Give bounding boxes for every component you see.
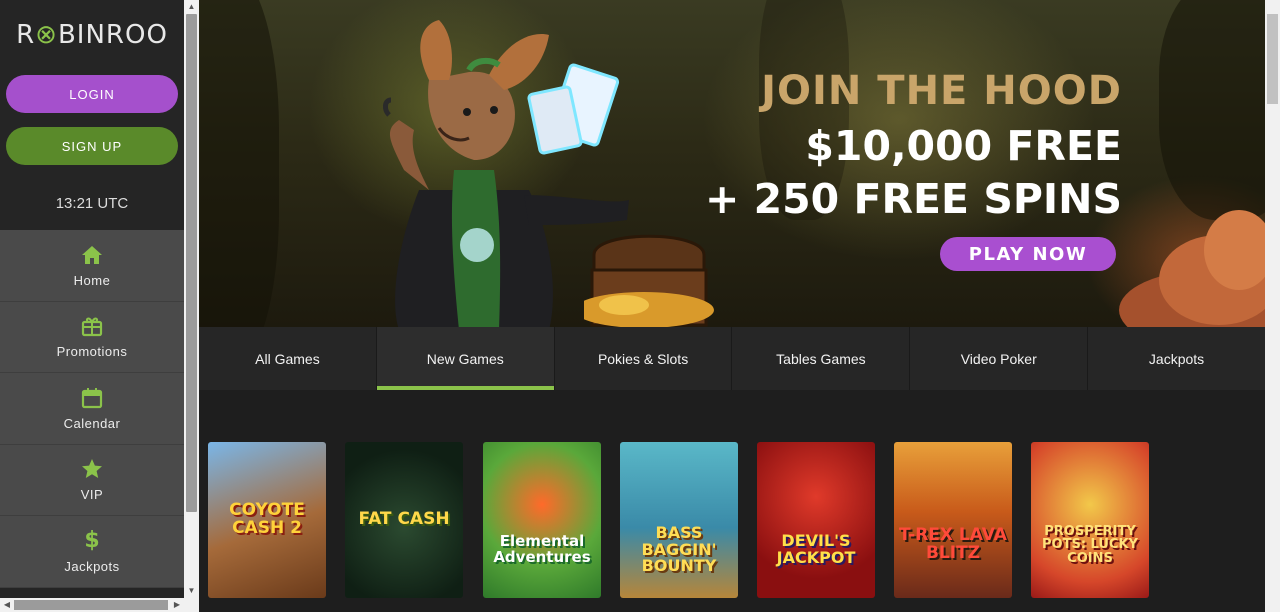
main-scrollbar-thumb[interactable] <box>1267 14 1278 104</box>
dollar-icon: $ <box>84 527 100 553</box>
banner-tree-left <box>199 0 279 327</box>
logo-text-bin: BIN <box>57 20 106 50</box>
tab-pokies-slots[interactable]: Pokies & Slots <box>555 327 733 390</box>
utc-clock: 13:21 UTC <box>55 195 129 212</box>
scroll-up-arrow-icon[interactable]: ▲ <box>184 0 199 14</box>
tab-tables-games[interactable]: Tables Games <box>732 327 911 390</box>
tab-all-games[interactable]: All Games <box>199 327 377 390</box>
sidebar: R ⊗ BIN ROO LOGIN SIGN UP 13:21 UTC Home… <box>0 0 184 598</box>
banner-bonus-amount: $10,000 FREE <box>805 122 1122 170</box>
gift-icon <box>81 314 103 338</box>
home-icon <box>81 243 103 267</box>
sidebar-item-promotions[interactable]: Promotions <box>0 302 184 373</box>
game-grid: COYOTE CASH 2 FAT CASH Elemental Adventu… <box>199 390 1265 612</box>
login-button[interactable]: LOGIN <box>6 75 178 113</box>
sidebar-nav: Home Promotions Calendar VIP $ Jackpots <box>0 230 184 588</box>
scroll-right-arrow-icon[interactable]: ▶ <box>170 598 184 612</box>
game-card-devils-jackpot[interactable]: DEVIL'S JACKPOT <box>757 442 875 598</box>
game-card-title: T-REX LAVA BLITZ <box>899 525 1007 563</box>
sidebar-item-label: VIP <box>80 487 104 503</box>
sidebar-item-home[interactable]: Home <box>0 230 184 302</box>
game-card-fat-cash[interactable]: FAT CASH <box>345 442 463 598</box>
signup-button[interactable]: SIGN UP <box>6 127 178 165</box>
sidebar-item-label: Jackpots <box>64 558 120 574</box>
sidebar-item-label: Promotions <box>56 344 128 360</box>
game-card-title: FAT CASH <box>358 509 450 530</box>
logo-emblem-icon: ⊗ <box>35 20 58 50</box>
game-card-prosperity-pots[interactable]: PROSPERITY POTS: LUCKY COINS <box>1031 442 1149 598</box>
logo-text-r: R <box>16 20 36 50</box>
logo[interactable]: R ⊗ BIN ROO <box>0 0 184 70</box>
tab-jackpots[interactable]: Jackpots <box>1088 327 1265 390</box>
banner-tree-right <box>1159 0 1265 220</box>
scroll-left-arrow-icon[interactable]: ◀ <box>0 598 14 612</box>
treasure-chest-image <box>584 234 714 327</box>
star-icon <box>81 457 103 481</box>
game-card-t-rex-lava-blitz[interactable]: T-REX LAVA BLITZ <box>894 442 1012 598</box>
game-card-bass-baggin-bounty[interactable]: BASS BAGGIN' BOUNTY <box>620 442 738 598</box>
play-now-button[interactable]: PLAY NOW <box>940 237 1116 271</box>
game-card-title: COYOTE CASH 2 <box>229 500 305 538</box>
banner-headline: JOIN THE HOOD <box>761 68 1122 114</box>
game-card-elemental-adventures[interactable]: Elemental Adventures <box>483 442 601 598</box>
sidebar-item-vip[interactable]: VIP <box>0 445 184 516</box>
game-card-title: DEVIL'S JACKPOT <box>776 531 856 567</box>
page: R ⊗ BIN ROO LOGIN SIGN UP 13:21 UTC Home… <box>0 0 1280 612</box>
game-category-tabs: All Games New Games Pokies & Slots Table… <box>199 327 1265 390</box>
sidebar-item-calendar[interactable]: Calendar <box>0 373 184 445</box>
game-card-title: BASS BAGGIN' BOUNTY <box>641 522 717 576</box>
sidebar-item-label: Calendar <box>63 415 121 431</box>
tab-video-poker[interactable]: Video Poker <box>910 327 1089 390</box>
sidebar-scrollbar-thumb[interactable] <box>186 14 197 512</box>
game-card-title: PROSPERITY POTS: LUCKY COINS <box>1042 523 1138 566</box>
banner-free-spins: + 250 FREE SPINS <box>704 175 1122 223</box>
scroll-down-arrow-icon[interactable]: ▼ <box>184 584 199 598</box>
tab-new-games[interactable]: New Games <box>376 327 555 390</box>
sidebar-item-jackpots[interactable]: $ Jackpots <box>0 516 184 588</box>
logo-text-roo: ROO <box>105 20 168 50</box>
coin-pile-image <box>1119 210 1265 327</box>
hero-banner[interactable]: JOIN THE HOOD $10,000 FREE + 250 FREE SP… <box>199 0 1265 327</box>
game-card-title: Elemental Adventures <box>493 532 591 566</box>
sidebar-item-label: Home <box>73 272 111 288</box>
sidebar-horizontal-thumb[interactable] <box>14 600 168 610</box>
calendar-icon <box>81 386 103 410</box>
game-card-coyote-cash-2[interactable]: COYOTE CASH 2 <box>208 442 326 598</box>
